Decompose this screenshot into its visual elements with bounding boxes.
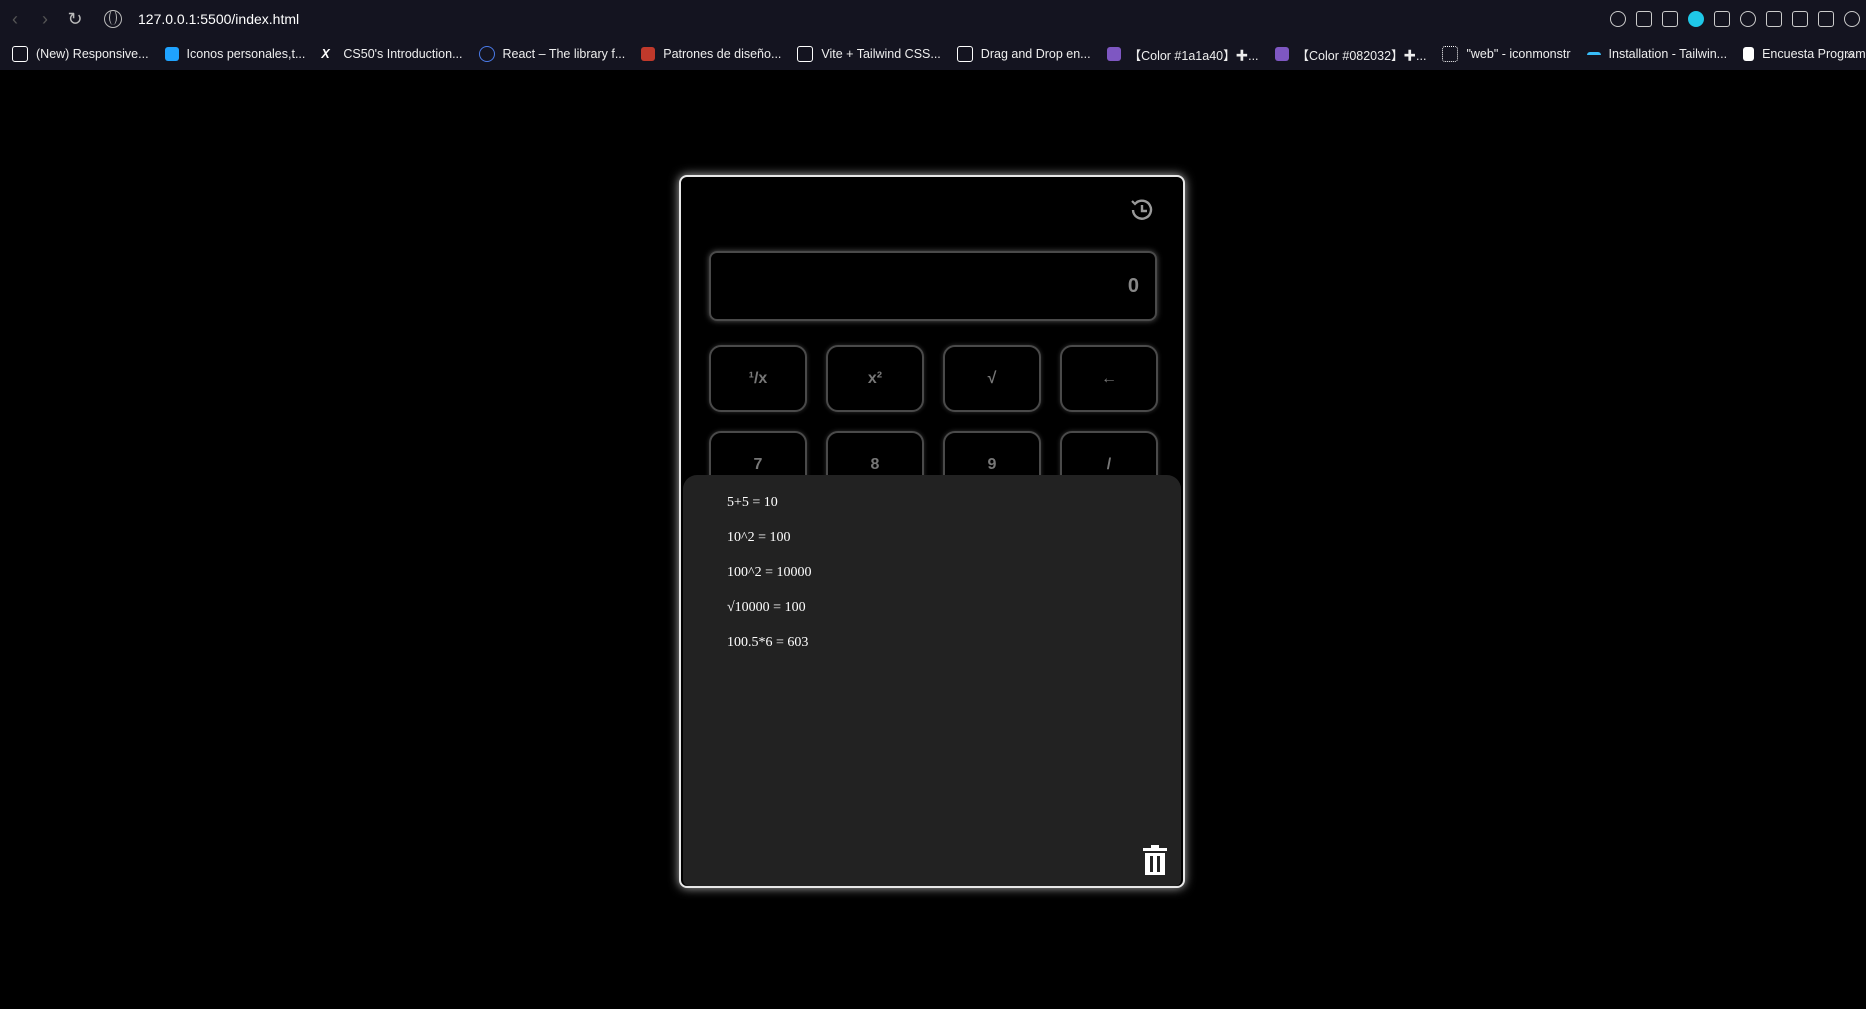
camera-icon[interactable]: [1662, 11, 1678, 27]
bookmarks-bar: (New) Responsive... Iconos personales,t.…: [0, 38, 1866, 70]
forward-button[interactable]: ›: [30, 4, 60, 34]
search-icon[interactable]: [1610, 11, 1626, 27]
calculator-display: 0: [709, 251, 1157, 321]
bookmark-item[interactable]: (New) Responsive...: [12, 46, 149, 62]
history-item[interactable]: 100^2 = 10000: [727, 563, 811, 598]
color-icon: [1274, 47, 1289, 61]
bookmark-item[interactable]: Vite + Tailwind CSS...: [797, 46, 941, 62]
backspace-button[interactable]: ←: [1060, 345, 1158, 412]
color-icon: [1106, 47, 1121, 61]
history-panel: 5+5 = 10 10^2 = 100 100^2 = 10000 √10000…: [683, 475, 1181, 886]
heart-icon[interactable]: [1740, 11, 1756, 27]
icons-icon: [164, 47, 179, 61]
document-icon: [1743, 47, 1755, 61]
bookmark-item[interactable]: Patrones de diseño...: [641, 47, 781, 61]
bookmark-item[interactable]: Drag and Drop en...: [956, 46, 1091, 62]
square-button[interactable]: x²: [826, 345, 924, 412]
vite-icon: [797, 46, 814, 62]
tailwind-icon: [1586, 51, 1601, 61]
reciprocal-button[interactable]: ¹/x: [709, 345, 807, 412]
patterns-icon: [641, 47, 656, 61]
address-bar[interactable]: 127.0.0.1:5500/index.html: [104, 10, 299, 28]
react-icon: [478, 46, 495, 62]
profile-icon[interactable]: [1844, 11, 1860, 27]
history-item[interactable]: 10^2 = 100: [727, 528, 811, 563]
more-bookmarks-icon[interactable]: »: [1846, 46, 1854, 62]
history-icon[interactable]: [1127, 195, 1157, 225]
back-button[interactable]: ‹: [0, 4, 30, 34]
dnd-icon: [956, 46, 973, 62]
history-item[interactable]: √10000 = 100: [727, 598, 811, 633]
responsive-icon: [12, 46, 28, 62]
toolbar-icons: [1610, 0, 1860, 38]
bookmark-item[interactable]: "web" - iconmonstr: [1442, 46, 1571, 62]
trash-icon[interactable]: [1141, 844, 1169, 876]
x-icon: X: [321, 47, 330, 61]
bookmark-item[interactable]: 【Color #1a1a40】✚...: [1106, 45, 1259, 64]
browser-toolbar: ‹ › ↻ 127.0.0.1:5500/index.html: [0, 0, 1866, 38]
display-value: 0: [1127, 274, 1139, 297]
iconmonstr-icon: [1442, 46, 1459, 62]
history-list: 5+5 = 10 10^2 = 100 100^2 = 10000 √10000…: [727, 493, 811, 668]
sqrt-button[interactable]: √: [943, 345, 1041, 412]
cube-icon[interactable]: [1766, 11, 1782, 27]
send-icon[interactable]: [1714, 11, 1730, 27]
bookmark-item[interactable]: X CS50's Introduction...: [321, 47, 462, 61]
bookmark-item[interactable]: Iconos personales,t...: [164, 47, 305, 61]
edit-icon[interactable]: [1636, 11, 1652, 27]
shield-icon[interactable]: [1688, 11, 1704, 27]
bookmark-item[interactable]: React – The library f...: [478, 46, 625, 62]
bookmark-item[interactable]: 【Color #082032】✚...: [1274, 45, 1426, 64]
history-item[interactable]: 5+5 = 10: [727, 493, 811, 528]
bookmark-item[interactable]: Installation - Tailwin...: [1586, 47, 1727, 61]
download-icon[interactable]: [1792, 11, 1808, 27]
calculator: 0 ¹/x x² √ ← 7 8 9 / 5+5 = 10 10^2 = 100…: [679, 175, 1185, 888]
reload-button[interactable]: ↻: [60, 4, 90, 34]
history-item[interactable]: 100.5*6 = 603: [727, 633, 811, 668]
url-text: 127.0.0.1:5500/index.html: [138, 11, 300, 27]
menu-icon[interactable]: [1818, 11, 1834, 27]
globe-icon: [104, 10, 122, 28]
